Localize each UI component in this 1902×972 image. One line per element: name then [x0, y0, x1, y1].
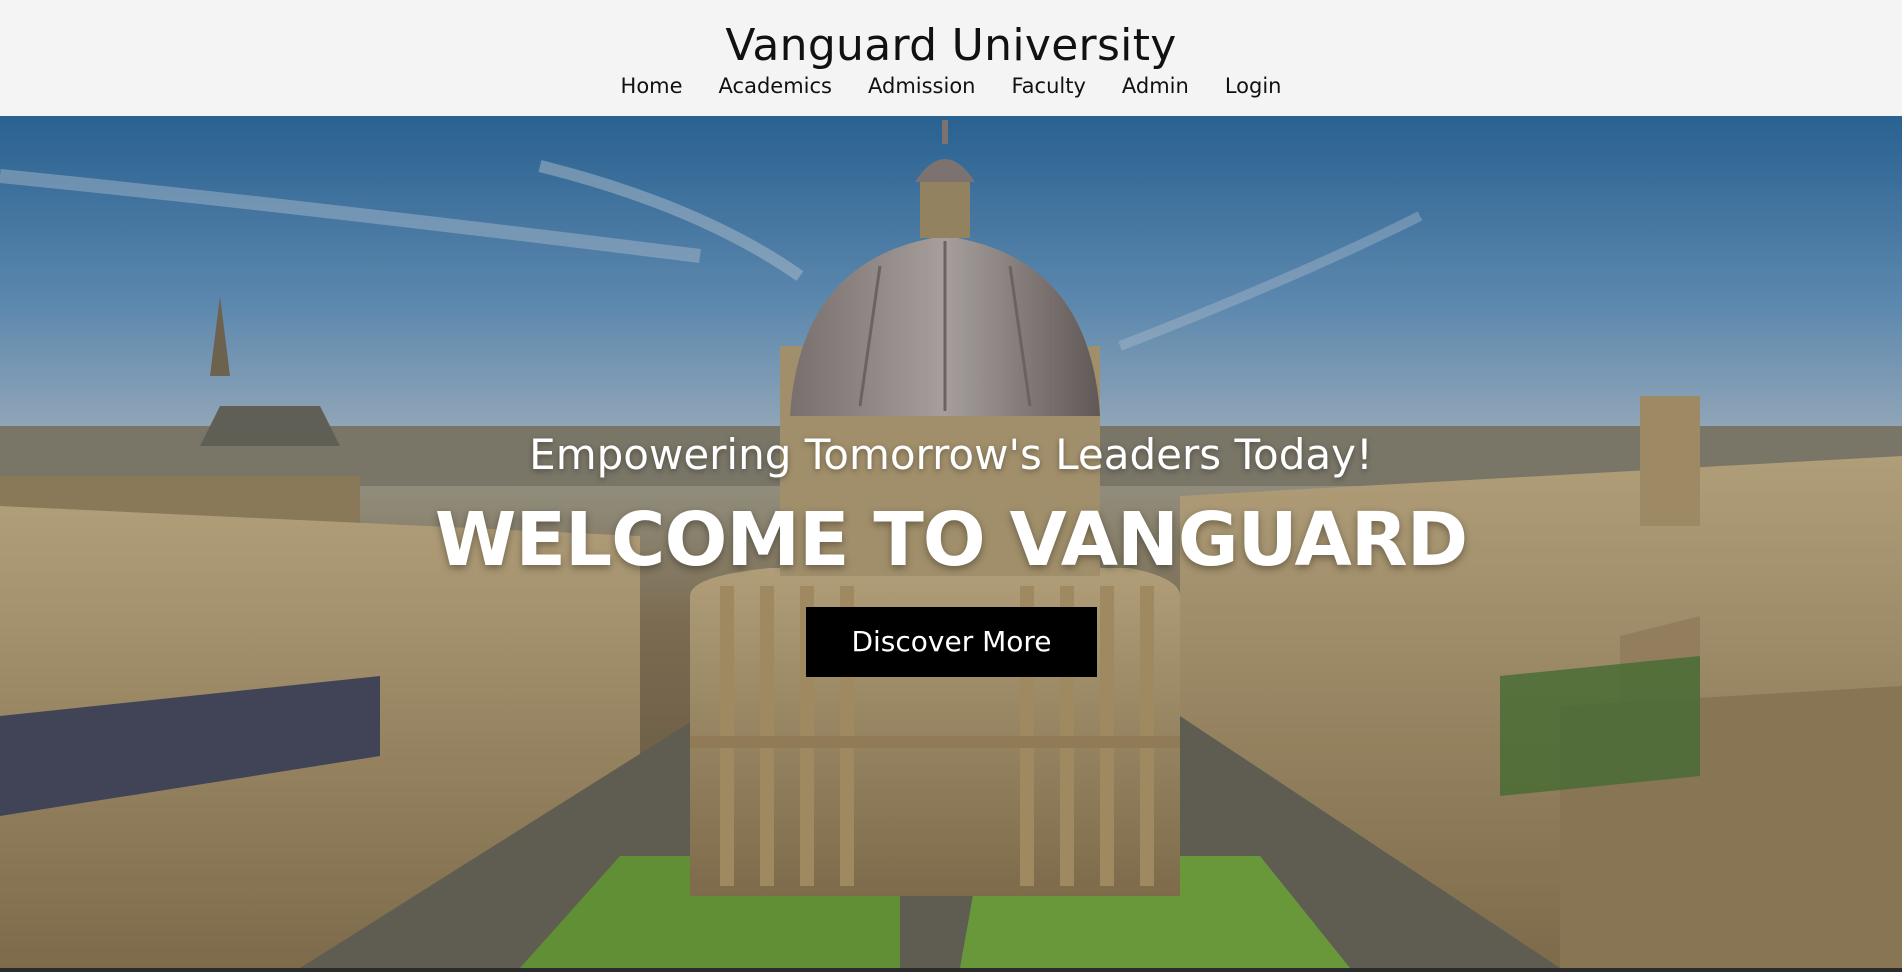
main-nav: Home Academics Admission Faculty Admin L… [0, 72, 1902, 100]
hero-section: Empowering Tomorrow's Leaders Today! WEL… [0, 116, 1902, 968]
discover-more-button[interactable]: Discover More [806, 607, 1097, 677]
nav-admin-link[interactable]: Admin [1104, 72, 1207, 100]
site-header: Vanguard University Home Academics Admis… [0, 0, 1902, 116]
hero-headline: WELCOME TO VANGUARD [434, 497, 1468, 583]
site-title: Vanguard University [725, 20, 1177, 71]
nav-faculty-link[interactable]: Faculty [994, 72, 1104, 100]
hero-tagline: Empowering Tomorrow's Leaders Today! [529, 430, 1373, 479]
nav-admission-link[interactable]: Admission [850, 72, 994, 100]
nav-home-link[interactable]: Home [603, 72, 701, 100]
nav-login-link[interactable]: Login [1207, 72, 1300, 100]
nav-academics-link[interactable]: Academics [701, 72, 850, 100]
